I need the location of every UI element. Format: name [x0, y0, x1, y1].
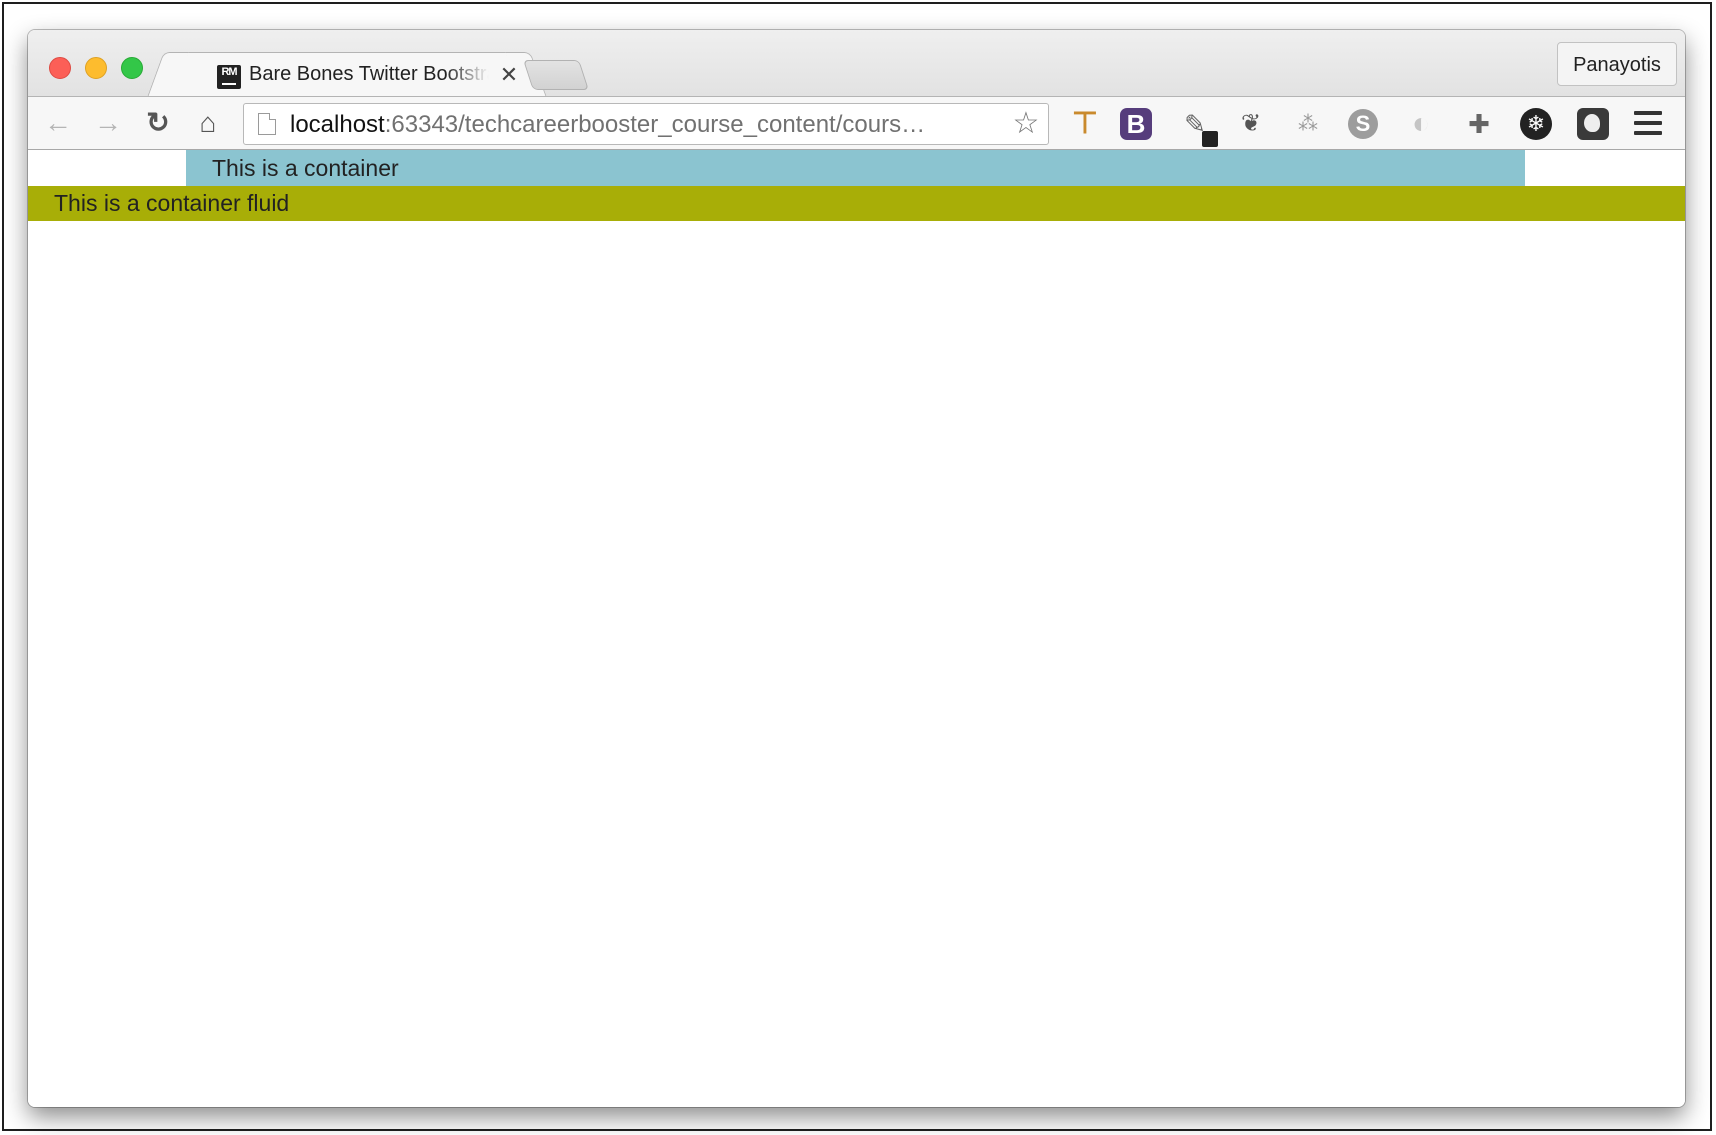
browser-window: RM Bare Bones Twitter Bootstrap ✕ Panayo…	[28, 30, 1685, 1107]
profile-button[interactable]: Panayotis	[1557, 42, 1677, 86]
window-close-button[interactable]	[49, 57, 71, 79]
skype-icon[interactable]: S	[1348, 109, 1378, 139]
snowflake-icon[interactable]: ❄	[1520, 108, 1552, 140]
reload-icon[interactable]: ↻	[142, 107, 174, 139]
url-text[interactable]: localhost:63343/techcareerbooster_course…	[290, 111, 990, 139]
eyedropper-icon[interactable]: ✎	[1178, 107, 1218, 147]
container-fluid-row: This is a container fluid	[28, 186, 1685, 221]
browser-toolbar: ← → ↻ ⌂ localhost:63343/techcareerbooste…	[28, 96, 1685, 150]
home-icon[interactable]: ⌂	[192, 107, 224, 139]
puzzle-extensions-icon[interactable]: ✚	[1462, 107, 1496, 141]
hamburger-menu-icon[interactable]	[1634, 111, 1662, 137]
sync-icon[interactable]: ◐	[1404, 107, 1438, 141]
container-fluid-text: This is a container fluid	[54, 190, 290, 216]
container-row: This is a container	[186, 150, 1525, 186]
url-host: localhost	[290, 111, 385, 138]
favicon-text: RM	[221, 66, 237, 78]
evernote-icon[interactable]: ❦	[1234, 107, 1268, 141]
container-text: This is a container	[212, 155, 399, 181]
forward-arrow-icon[interactable]: →	[92, 107, 124, 139]
url-path: :63343/techcareerbooster_course_content/…	[384, 111, 926, 138]
ghostery-icon[interactable]	[1577, 108, 1609, 140]
bookmark-star-icon[interactable]: ☆	[1010, 108, 1042, 140]
signpost-icon[interactable]: ⊤	[1068, 107, 1102, 141]
tab-close-icon[interactable]: ✕	[497, 61, 521, 89]
tab-title: Bare Bones Twitter Bootstrap	[249, 63, 489, 85]
page-viewport: This is a container This is a container …	[28, 150, 1685, 1107]
title-bar: RM Bare Bones Twitter Bootstrap ✕ Panayo…	[28, 30, 1685, 98]
window-maximize-button[interactable]	[121, 57, 143, 79]
sitemap-icon[interactable]: ⁂	[1291, 107, 1325, 141]
tab-active[interactable]: RM Bare Bones Twitter Bootstrap ✕	[166, 52, 528, 98]
back-arrow-icon[interactable]: ←	[42, 107, 74, 139]
rm-favicon-icon: RM	[217, 65, 241, 89]
new-tab-button[interactable]	[523, 60, 589, 90]
window-minimize-button[interactable]	[85, 57, 107, 79]
address-bar[interactable]: localhost:63343/techcareerbooster_course…	[243, 103, 1049, 145]
page-icon	[258, 113, 276, 135]
bootstrap-b-icon[interactable]: B	[1120, 108, 1152, 140]
